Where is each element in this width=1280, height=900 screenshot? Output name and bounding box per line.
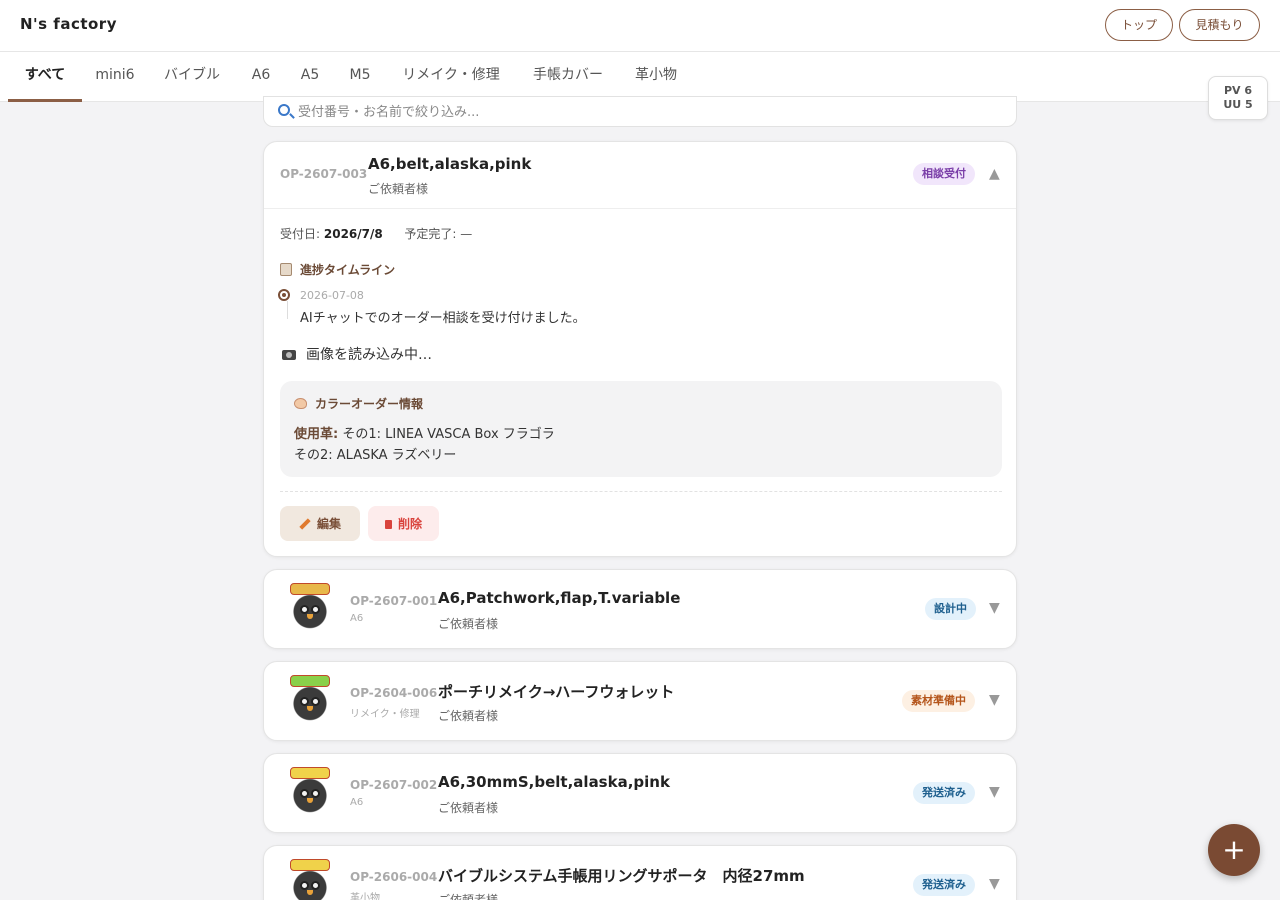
- order-id: OP-2607-003: [280, 167, 368, 181]
- brand-logo[interactable]: N's factory: [20, 15, 117, 33]
- order-card-header[interactable]: OP-2607-003 A6,belt,alaska,pink ご依頼者様 相談…: [264, 142, 1016, 208]
- order-card-expanded: OP-2607-003 A6,belt,alaska,pink ご依頼者様 相談…: [263, 141, 1017, 557]
- top-button[interactable]: トップ: [1105, 9, 1173, 41]
- image-loading: 画像を読み込み中…: [282, 344, 432, 364]
- status-badge: 設計中: [925, 598, 976, 620]
- order-category: 革小物: [350, 893, 380, 900]
- order-title: バイブルシステム手帳用リングサポータ 内径27mm: [438, 867, 805, 885]
- order-client: ご依頼者様: [438, 801, 499, 815]
- color-order-info: カラーオーダー情報 使用革: その1: LINEA VASCA Box フラゴラ…: [280, 381, 1002, 477]
- search-icon: [278, 104, 290, 116]
- tab-leather-goods[interactable]: 革小物: [624, 52, 688, 102]
- leather-line-2: その2: ALASKA ラズベリー: [294, 448, 457, 463]
- owl-mascot-thumbnail: [284, 767, 336, 819]
- order-title: A6,30mmS,belt,alaska,pink: [438, 773, 670, 791]
- due-value: —: [460, 227, 473, 241]
- delete-button[interactable]: 削除: [368, 506, 439, 541]
- status-badge: 発送済み: [913, 874, 975, 896]
- due-label: 予定完了:: [404, 227, 457, 241]
- order-id: OP-2607-001: [350, 594, 438, 608]
- status-badge: 相談受付: [913, 163, 975, 185]
- owl-mascot-thumbnail: [284, 583, 336, 635]
- order-title: A6,belt,alaska,pink: [368, 155, 532, 173]
- owl-mascot-thumbnail: [284, 675, 336, 727]
- chevron-down-icon[interactable]: ▼: [989, 692, 1000, 708]
- pencil-icon: [299, 518, 311, 530]
- timeline-title: 進捗タイムライン: [280, 261, 395, 278]
- leather-line-1: 使用革: その1: LINEA VASCA Box フラゴラ: [294, 423, 555, 442]
- order-client: ご依頼者様: [438, 617, 499, 631]
- order-card[interactable]: OP-2604-006 リメイク・修理 ポーチリメイク→ハーフウォレット ご依頼…: [263, 661, 1017, 741]
- delete-label: 削除: [397, 517, 422, 531]
- order-title: A6,Patchwork,flap,T.variable: [438, 589, 681, 607]
- timeline-date: 2026-07-08: [300, 289, 364, 302]
- palette-icon: [294, 398, 307, 409]
- timeline-text: AIチャットでのオーダー相談を受け付けました。: [300, 311, 586, 326]
- order-card[interactable]: OP-2607-002 A6 A6,30mmS,belt,alaska,pink…: [263, 753, 1017, 833]
- timeline-title-text: 進捗タイムライン: [300, 263, 396, 277]
- add-order-button[interactable]: +: [1208, 824, 1260, 876]
- tab-remake-repair[interactable]: リメイク・修理: [392, 52, 510, 102]
- trash-icon: [384, 520, 392, 529]
- tab-bible[interactable]: バイブル: [152, 52, 232, 102]
- edit-button[interactable]: 編集: [280, 506, 360, 541]
- chevron-up-icon[interactable]: ▲: [989, 166, 1000, 182]
- tab-a6[interactable]: A6: [240, 52, 282, 102]
- status-badge: 素材準備中: [902, 690, 975, 712]
- received-date: 2026/7/8: [323, 227, 383, 241]
- order-client: ご依頼者様: [438, 709, 499, 723]
- chevron-down-icon[interactable]: ▼: [989, 600, 1000, 616]
- clipboard-icon: [280, 263, 292, 276]
- received-label: 受付日:: [280, 227, 321, 241]
- app-header: N's factory トップ 見積もり: [0, 0, 1280, 52]
- order-category: リメイク・修理: [350, 709, 420, 720]
- order-client: ご依頼者様: [368, 182, 429, 196]
- chevron-down-icon[interactable]: ▼: [989, 876, 1000, 892]
- search-input[interactable]: [298, 101, 998, 123]
- tab-all[interactable]: すべて: [8, 52, 82, 102]
- order-id: OP-2606-004: [350, 870, 438, 884]
- tab-mini6[interactable]: mini6: [86, 52, 144, 102]
- order-id: OP-2607-002: [350, 778, 438, 792]
- divider: [280, 491, 1002, 492]
- status-badge: 発送済み: [913, 782, 975, 804]
- leather-label: 使用革:: [294, 427, 339, 442]
- color-info-title-text: カラーオーダー情報: [315, 397, 424, 411]
- order-dates: 受付日: 2026/7/8 予定完了: —: [280, 225, 472, 242]
- edit-label: 編集: [316, 517, 341, 531]
- category-tabs: すべて mini6 バイブル A6 A5 M5 リメイク・修理 手帳カバー 革小…: [0, 52, 1280, 102]
- pv-count: PV 6: [1223, 84, 1253, 97]
- camera-icon: [282, 350, 296, 360]
- color-info-title: カラーオーダー情報: [294, 395, 423, 412]
- owl-mascot-thumbnail: [284, 859, 336, 900]
- timeline-dot-icon: [278, 289, 290, 301]
- chevron-down-icon[interactable]: ▼: [989, 784, 1000, 800]
- order-detail: 受付日: 2026/7/8 予定完了: — 進捗タイムライン 2026-07-0…: [264, 208, 1016, 557]
- order-card[interactable]: OP-2606-004 革小物 バイブルシステム手帳用リングサポータ 内径27m…: [263, 845, 1017, 900]
- order-client: ご依頼者様: [438, 893, 499, 900]
- tab-a5[interactable]: A5: [289, 52, 331, 102]
- tab-planner-cover[interactable]: 手帳カバー: [522, 52, 614, 102]
- search-bar: [263, 96, 1017, 127]
- uu-count: UU 5: [1223, 98, 1253, 111]
- order-card[interactable]: OP-2607-001 A6 A6,Patchwork,flap,T.varia…: [263, 569, 1017, 649]
- timeline-line: [287, 301, 288, 319]
- order-title: ポーチリメイク→ハーフウォレット: [438, 683, 675, 701]
- quote-button[interactable]: 見積もり: [1179, 9, 1260, 41]
- pv-uu-counter: PV 6 UU 5: [1208, 76, 1268, 120]
- order-id: OP-2604-006: [350, 686, 438, 700]
- leather-1: その1: LINEA VASCA Box フラゴラ: [342, 427, 555, 442]
- image-loading-text: 画像を読み込み中…: [306, 347, 432, 363]
- order-category: A6: [350, 797, 364, 808]
- tab-m5[interactable]: M5: [338, 52, 382, 102]
- order-category: A6: [350, 613, 364, 624]
